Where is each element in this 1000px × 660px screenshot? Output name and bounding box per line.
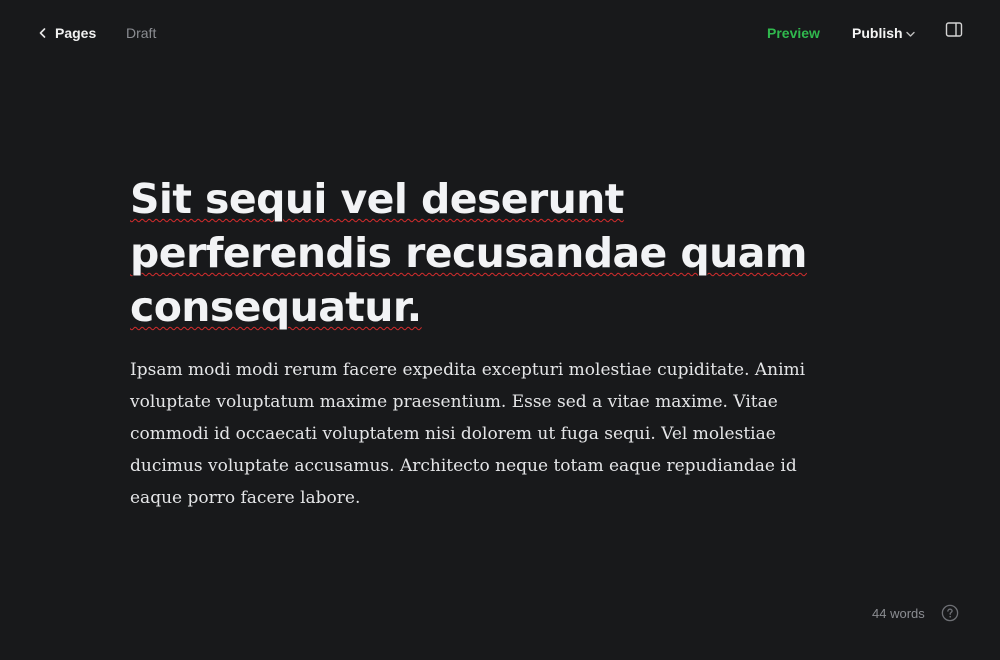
preview-button[interactable]: Preview [767, 24, 820, 42]
post-body-field[interactable]: Ipsam modi modi rerum facere expedita ex… [130, 354, 840, 514]
post-title-field[interactable]: Sit sequi vel deserunt perferendis recus… [130, 172, 870, 334]
question-circle-icon [941, 604, 959, 622]
sidebar-toggle-button[interactable] [945, 21, 963, 39]
post-status-label: Draft [126, 25, 157, 41]
editor-header: Pages Draft Preview Publish [0, 0, 1000, 66]
sidebar-panel-icon [945, 21, 963, 39]
publish-button[interactable]: Publish [852, 24, 915, 42]
back-to-pages-link[interactable]: Pages [39, 24, 96, 42]
post-editor: Sit sequi vel deserunt perferendis recus… [130, 172, 870, 514]
publish-button-label: Publish [852, 25, 903, 41]
help-button[interactable] [941, 604, 959, 622]
word-count: 44 words [872, 606, 925, 621]
back-link-label: Pages [55, 25, 97, 41]
chevron-left-icon [39, 28, 47, 38]
chevron-down-icon [905, 28, 915, 38]
